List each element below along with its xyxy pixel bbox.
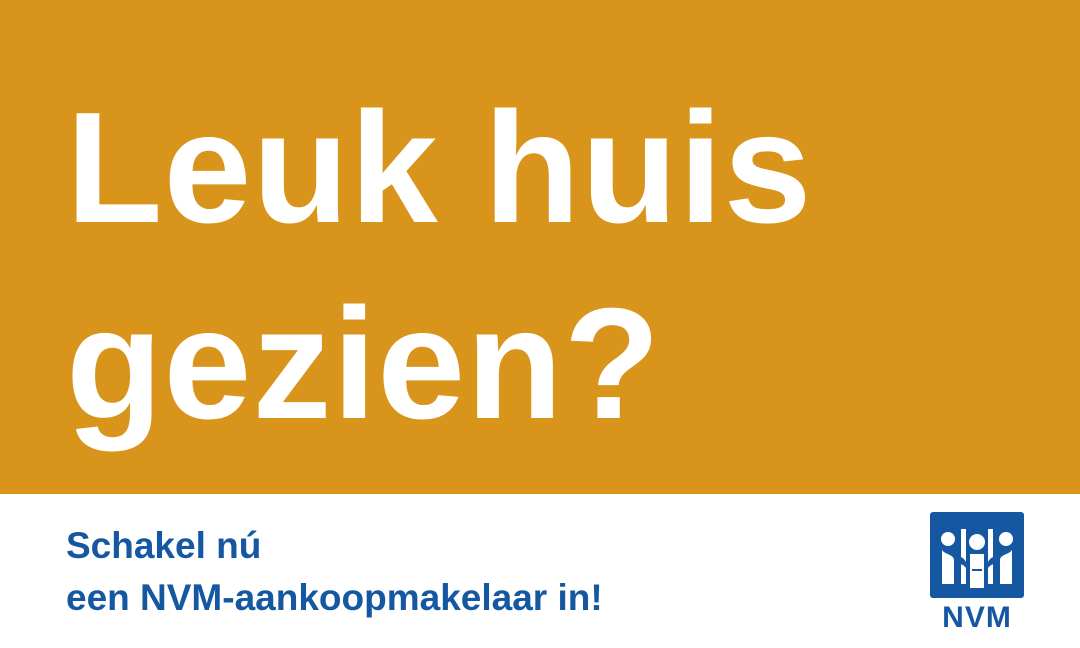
call-to-action: Schakel nú een NVM-aankoopmakelaar in! [66, 520, 603, 624]
headline-line-2: gezien? [66, 276, 662, 452]
headline: Leuk huis gezien? [66, 70, 812, 462]
nvm-logo: NVM [930, 512, 1024, 638]
hero-banner: Leuk huis gezien? [0, 0, 1080, 494]
call-to-action-line-2: een NVM-aankoopmakelaar in! [66, 577, 603, 618]
nvm-logo-text: NVM [942, 601, 1012, 634]
call-to-action-line-1: Schakel nú [66, 525, 262, 566]
nvm-figures-icon [930, 512, 1024, 598]
headline-line-1: Leuk huis [66, 80, 813, 256]
